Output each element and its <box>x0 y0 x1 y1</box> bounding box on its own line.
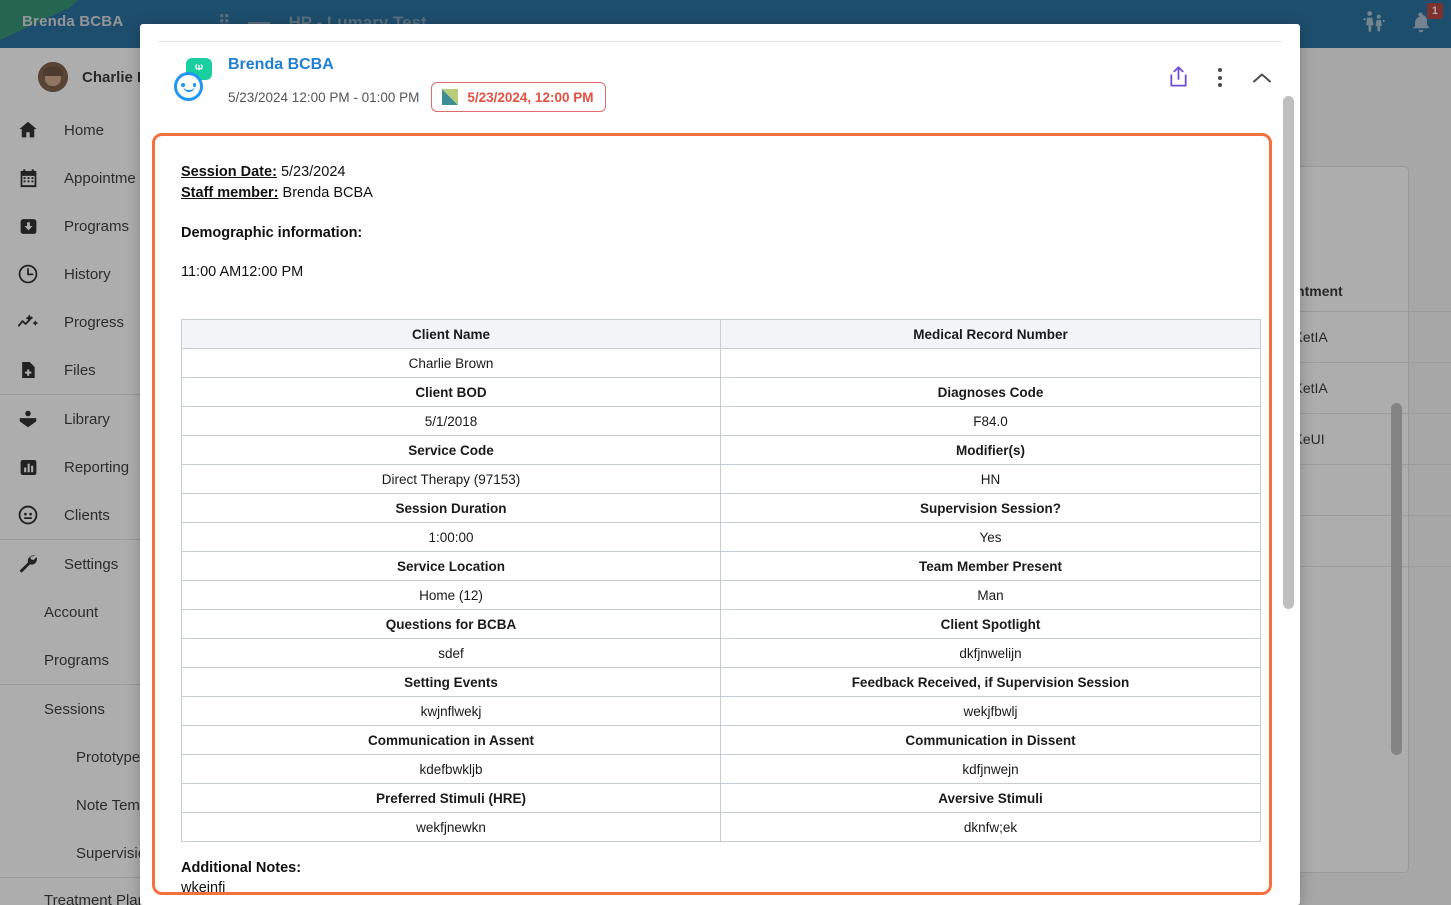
table-row: 5/1/2018 F84.0 <box>181 406 1261 436</box>
table-row: sdef dkfjnwelijn <box>181 638 1261 668</box>
table-row: Communication in Assent Communication in … <box>181 725 1261 755</box>
table-cell-label: Medical Record Number <box>720 319 1261 349</box>
table-row: wekfjnewkn dknfw;ek <box>181 812 1261 842</box>
table-cell-value: Direct Therapy (97153) <box>181 464 721 494</box>
table-row: Client Name Medical Record Number <box>181 319 1261 349</box>
session-note-body: Session Date: 5/23/2024 Staff member: Br… <box>155 136 1269 895</box>
table-cell-value: HN <box>720 464 1261 494</box>
modal-header: Brenda BCBA 5/23/2024 12:00 PM - 01:00 P… <box>140 42 1300 112</box>
table-cell-label: Client Spotlight <box>720 609 1261 639</box>
table-row: Questions for BCBA Client Spotlight <box>181 609 1261 639</box>
face-avatar-icon <box>174 58 216 102</box>
table-cell-label: Client Name <box>181 319 721 349</box>
table-row: kdefbwkljb kdfjnwejn <box>181 754 1261 784</box>
table-row: Session Duration Supervision Session? <box>181 493 1261 523</box>
table-cell-value: kdfjnwejn <box>720 754 1261 784</box>
more-vertical-icon[interactable] <box>1210 64 1230 91</box>
table-cell-label: Diagnoses Code <box>720 377 1261 407</box>
demographic-heading: Demographic information: <box>181 225 363 241</box>
table-row: Setting Events Feedback Received, if Supe… <box>181 667 1261 697</box>
table-cell-value: Yes <box>720 522 1261 552</box>
table-row: Preferred Stimuli (HRE) Aversive Stimuli <box>181 783 1261 813</box>
additional-notes-section: Additional Notes: wkeinfi <box>181 860 1233 895</box>
modal-header-actions <box>1167 56 1286 91</box>
table-cell-value: 1:00:00 <box>181 522 721 552</box>
session-staff-name[interactable]: Brenda BCBA <box>228 56 1167 74</box>
table-cell-label: Supervision Session? <box>720 493 1261 523</box>
table-cell-label: Modifier(s) <box>720 435 1261 465</box>
table-row: 1:00:00 Yes <box>181 522 1261 552</box>
table-cell-value: kdefbwkljb <box>181 754 721 784</box>
table-cell-value: dknfw;ek <box>720 812 1261 842</box>
table-cell-label: Service Location <box>181 551 721 581</box>
table-cell-value: Charlie Brown <box>181 348 721 378</box>
session-note-panel: Session Date: 5/23/2024 Staff member: Br… <box>152 133 1272 895</box>
table-cell-value: F84.0 <box>720 406 1261 436</box>
table-cell-label: Feedback Received, if Supervision Sessio… <box>720 667 1261 697</box>
share-icon[interactable] <box>1167 65 1190 90</box>
table-cell-label: Setting Events <box>181 667 721 697</box>
modal-vertical-scrollbar[interactable] <box>1283 96 1294 609</box>
table-cell-label: Communication in Dissent <box>720 725 1261 755</box>
session-date-label: Session Date: <box>181 164 277 180</box>
modal-header-text: Brenda BCBA 5/23/2024 12:00 PM - 01:00 P… <box>228 56 1167 112</box>
table-cell-label: Preferred Stimuli (HRE) <box>181 783 721 813</box>
table-cell-label: Session Duration <box>181 493 721 523</box>
table-row: Service Location Team Member Present <box>181 551 1261 581</box>
session-time-range: 5/23/2024 12:00 PM - 01:00 PM <box>228 89 420 105</box>
session-date-line: Session Date: 5/23/2024 <box>181 162 1233 183</box>
staff-member-line: Staff member: Brenda BCBA <box>181 183 1233 204</box>
table-cell-value: sdef <box>181 638 721 668</box>
table-cell-value: wekjfbwlj <box>720 696 1261 726</box>
table-row: Client BOD Diagnoses Code <box>181 377 1261 407</box>
status-badge-label: 5/23/2024, 12:00 PM <box>467 89 594 105</box>
status-badge[interactable]: 5/23/2024, 12:00 PM <box>431 82 607 112</box>
table-cell-label: Team Member Present <box>720 551 1261 581</box>
table-cell-value: wekfjnewkn <box>181 812 721 842</box>
table-cell-label: Questions for BCBA <box>181 609 721 639</box>
table-row: Service Code Modifier(s) <box>181 435 1261 465</box>
table-cell-value: 5/1/2018 <box>181 406 721 436</box>
table-cell-label: Service Code <box>181 435 721 465</box>
session-date-value: 5/23/2024 <box>280 164 346 180</box>
table-cell-label: Client BOD <box>181 377 721 407</box>
session-time-text: 11:00 AM12:00 PM <box>181 264 304 280</box>
table-row: Charlie Brown <box>181 348 1261 378</box>
staff-member-value: Brenda BCBA <box>282 185 373 201</box>
table-cell-value: kwjnflwekj <box>181 696 721 726</box>
chevron-up-icon[interactable] <box>1250 70 1274 86</box>
table-cell-value: dkfjnwelijn <box>720 638 1261 668</box>
table-row: Home (12) Man <box>181 580 1261 610</box>
session-note-table: Client Name Medical Record Number Charlie … <box>181 319 1261 842</box>
additional-notes-value: wkeinfi <box>181 880 226 895</box>
avatar <box>174 72 203 101</box>
staff-member-label: Staff member: <box>181 185 279 201</box>
table-cell-label: Communication in Assent <box>181 725 721 755</box>
table-cell-value: Man <box>720 580 1261 610</box>
table-row: kwjnflwekj wekjfbwlj <box>181 696 1261 726</box>
note-split-icon <box>441 88 459 106</box>
additional-notes-label: Additional Notes: <box>181 860 302 876</box>
session-note-modal: Brenda BCBA 5/23/2024 12:00 PM - 01:00 P… <box>140 24 1300 905</box>
table-cell-value: Home (12) <box>181 580 721 610</box>
table-row: Direct Therapy (97153) HN <box>181 464 1261 494</box>
table-cell-label: Aversive Stimuli <box>720 783 1261 813</box>
table-cell-value <box>720 348 1261 378</box>
